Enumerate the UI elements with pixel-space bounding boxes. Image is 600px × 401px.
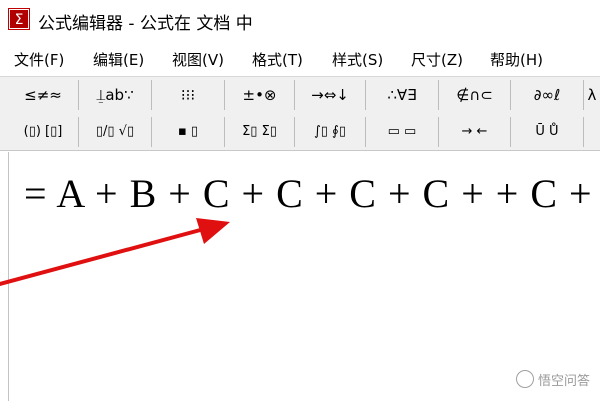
menu-format[interactable]: 格式(T): [252, 49, 303, 70]
fraction-radical-templates-palette[interactable]: ▯/▯ √▯: [79, 117, 152, 147]
labeled-arrow-templates-palette[interactable]: → ←: [439, 117, 511, 147]
window-title: 公式编辑器 - 公式在 文档 中: [38, 14, 253, 34]
arrow-symbols-palette[interactable]: →⇔↓: [295, 80, 366, 110]
menu-edit[interactable]: 编辑(E): [93, 49, 144, 70]
red-pointer-arrow: [0, 218, 230, 286]
menu-view[interactable]: 视图(V): [172, 49, 224, 70]
menu-style[interactable]: 样式(S): [332, 49, 383, 70]
integral-templates-palette[interactable]: ∫▯ ∮▯: [295, 117, 366, 147]
menu-size[interactable]: 尺寸(Z): [411, 49, 463, 70]
watermark-logo-icon: [515, 370, 534, 388]
logical-symbols-palette[interactable]: ∴∀∃: [366, 80, 439, 110]
sigma-formula-editor-icon: Σ: [8, 8, 30, 30]
underbar-overbar-templates-palette[interactable]: ▭ ▭: [366, 117, 439, 147]
svg-text:Σ: Σ: [15, 12, 24, 28]
menu-file[interactable]: 文件(F): [14, 49, 64, 70]
symbol-palette-toolbar: ≤≠≈ ⍊ab∵ ⁝⁝⁝ ±•⊗ →⇔↓ ∴∀∃ ∉∩⊂ ∂∞ℓ λ: [0, 76, 600, 115]
misc-symbols-palette[interactable]: ∂∞ℓ: [511, 80, 584, 110]
spaces-ellipses-palette[interactable]: ⍊ab∵: [79, 80, 152, 110]
greek-symbols-palette[interactable]: λ: [584, 80, 600, 110]
products-set-templates-palette[interactable]: Ū Ů: [511, 117, 584, 147]
watermark-text: 悟空问答: [537, 373, 590, 388]
template-palette-toolbar: (▯) [▯] ▯/▯ √▯ ▪ ▯ Σ▯ Σ▯ ∫▯ ∮▯ ▭ ▭ → ← Ū…: [0, 114, 600, 151]
menu-help[interactable]: 帮助(H): [490, 49, 543, 70]
subscript-superscript-templates-palette[interactable]: ▪ ▯: [152, 117, 225, 147]
title-bar: Σ 公式编辑器 - 公式在 文档 中: [0, 0, 600, 40]
set-theory-symbols-palette[interactable]: ∉∩⊂: [439, 80, 511, 110]
embellishments-palette[interactable]: ⁝⁝⁝: [152, 80, 225, 110]
fence-templates-palette[interactable]: (▯) [▯]: [8, 117, 79, 147]
operator-symbols-palette[interactable]: ±•⊗: [225, 80, 295, 110]
menu-bar: 文件(F) 编辑(E) 视图(V) 格式(T) 样式(S) 尺寸(Z) 帮助(H…: [0, 44, 600, 74]
watermark: 悟空问答: [515, 370, 590, 389]
relational-symbols-palette[interactable]: ≤≠≈: [8, 80, 79, 110]
summation-templates-palette[interactable]: Σ▯ Σ▯: [225, 117, 295, 147]
